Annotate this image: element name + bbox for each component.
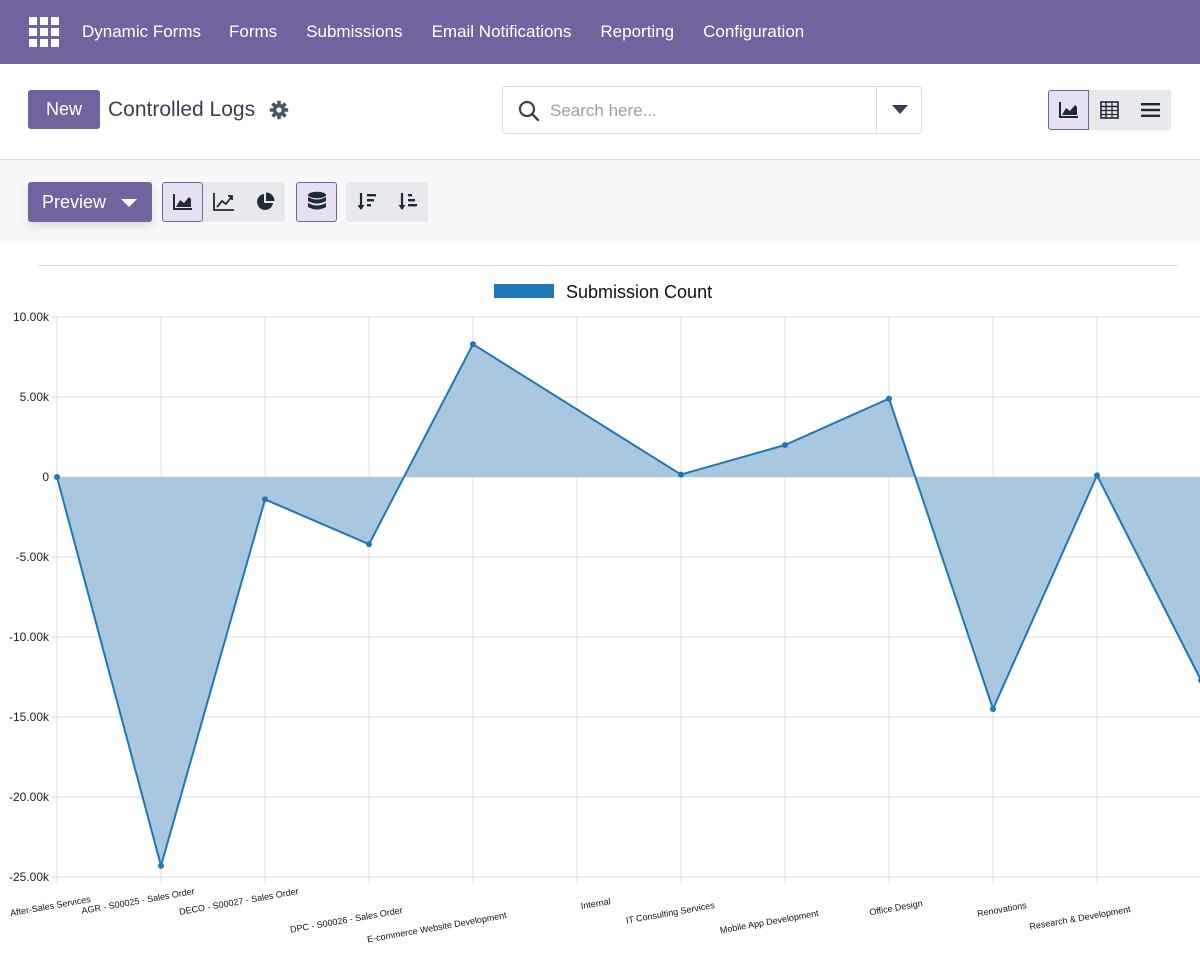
data-point[interactable] [990, 706, 996, 712]
line-chart-button[interactable] [203, 182, 244, 222]
stacked-group [296, 182, 337, 222]
data-point[interactable] [470, 341, 476, 348]
y-tick-label: -20.00k [9, 790, 50, 804]
x-tick-label: Internal [580, 896, 611, 911]
pie-chart-icon [256, 192, 274, 210]
x-tick-label: Mobile App Development [719, 908, 820, 935]
sort-descending-button[interactable] [346, 182, 387, 222]
breadcrumb-title: Controlled Logs [108, 98, 256, 121]
y-tick-label: -5.00k [16, 550, 50, 564]
sort-descending-icon [357, 193, 376, 210]
y-tick-label: -15.00k [9, 710, 50, 724]
x-tick-label: DECO - S00027 - Sales Order [178, 886, 299, 917]
control-panel: New Controlled Logs [0, 64, 1200, 160]
graph-container: Submission Count 10.00k 5.00k 0 -5.00k -10.00… [0, 244, 1200, 970]
search-options-toggle[interactable] [876, 87, 922, 133]
data-point[interactable] [886, 395, 892, 402]
area-chart: Submission Count 10.00k 5.00k 0 -5.00k -10.00… [9, 282, 1200, 945]
legend-swatch [494, 284, 554, 298]
top-navbar: Dynamic Forms Forms Submissions Email No… [0, 0, 1200, 64]
list-icon [1141, 103, 1160, 117]
x-tick-label: After-Sales Services [9, 894, 92, 918]
measures-label: Preview [42, 192, 107, 212]
data-point[interactable] [782, 442, 788, 448]
search-input[interactable] [550, 96, 870, 126]
stacked-toggle-button[interactable] [296, 182, 337, 222]
caret-down-icon [892, 105, 908, 114]
data-point[interactable] [158, 862, 164, 869]
y-tick-label: 0 [42, 470, 49, 484]
sort-group [346, 182, 428, 222]
list-view-button[interactable] [1130, 90, 1171, 130]
search-bar [502, 86, 922, 134]
caret-down-icon [121, 199, 137, 207]
menu-forms[interactable]: Forms [229, 22, 277, 42]
gear-icon[interactable] [269, 100, 289, 120]
x-tick-label: Office Design [869, 898, 924, 917]
pivot-icon [1100, 101, 1119, 119]
search-icon [518, 100, 540, 122]
y-tick-label: 10.00k [13, 310, 50, 324]
chart-legend[interactable]: Submission Count [494, 282, 712, 302]
menu-email-notifications[interactable]: Email Notifications [432, 22, 572, 42]
menu-reporting[interactable]: Reporting [600, 22, 674, 42]
chart-type-group [162, 182, 285, 222]
measures-dropdown[interactable]: Preview [28, 182, 152, 222]
graph-view-button[interactable] [1048, 90, 1089, 130]
new-button[interactable]: New [28, 90, 100, 129]
sort-ascending-icon [398, 193, 417, 210]
database-stack-icon [307, 191, 326, 210]
series-area [57, 344, 1200, 866]
menu-configuration[interactable]: Configuration [703, 22, 804, 42]
app-brand[interactable]: Dynamic Forms [82, 22, 201, 42]
area-chart-icon [172, 194, 192, 210]
legend-label: Submission Count [566, 282, 712, 302]
pivot-view-button[interactable] [1089, 90, 1130, 130]
area-chart-button[interactable] [162, 182, 203, 222]
data-point[interactable] [1094, 472, 1100, 479]
y-tick-label: 5.00k [20, 390, 50, 404]
data-point[interactable] [262, 496, 268, 503]
line-chart-icon [212, 193, 234, 211]
x-tick-label: Renovations [976, 900, 1028, 919]
x-tick-label: Research & Development [1029, 904, 1132, 932]
data-point[interactable] [54, 474, 60, 480]
menu-submissions[interactable]: Submissions [306, 22, 402, 42]
view-switcher [1048, 90, 1171, 130]
data-point[interactable] [678, 471, 684, 478]
data-point[interactable] [366, 541, 372, 548]
sort-ascending-button[interactable] [387, 182, 428, 222]
x-tick-label: IT Consulting Services [625, 900, 716, 926]
pie-chart-button[interactable] [244, 182, 285, 222]
y-tick-label: -25.00k [9, 870, 50, 884]
graph-icon [1058, 102, 1078, 118]
y-tick-label: -10.00k [9, 630, 50, 644]
apps-menu-icon[interactable] [29, 17, 59, 47]
graph-toolbar: Preview [0, 160, 1200, 244]
